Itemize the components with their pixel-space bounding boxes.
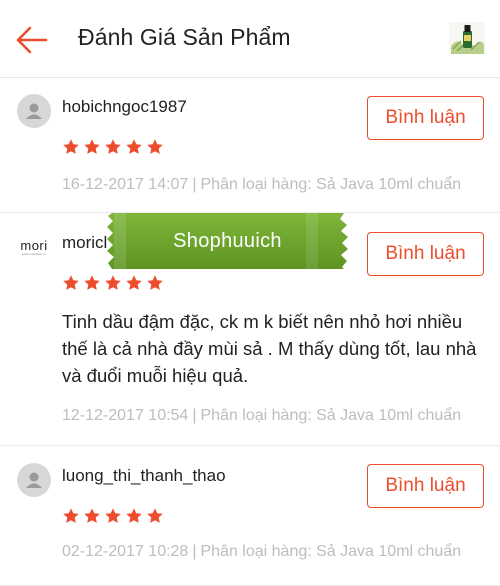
comment-button[interactable]: Bình luận	[367, 464, 484, 508]
star-icon	[84, 139, 100, 154]
back-button[interactable]	[14, 22, 50, 58]
meta-separator: |	[192, 407, 197, 424]
arrow-left-icon	[16, 26, 48, 54]
mori-logo-subtext: www.moristore.vn	[22, 252, 46, 256]
review-date: 16-12-2017 14:07	[62, 176, 189, 193]
star-icon	[105, 275, 121, 290]
star-icon	[147, 508, 163, 523]
review-variation: Phân loại hàng: Sả Java 10ml chuẩn	[200, 407, 462, 424]
star-icon	[63, 275, 79, 290]
star-icon	[105, 508, 121, 523]
avatar	[17, 463, 51, 497]
review-variation: Phân loại hàng: Sả Java 10ml chuẩn	[200, 543, 462, 560]
review-date: 12-12-2017 10:54	[62, 407, 189, 424]
mori-logo: mori	[20, 238, 48, 253]
user-icon	[26, 103, 42, 119]
review-variation: Phân loại hàng: Sả Java 10ml chuẩn	[200, 176, 462, 193]
star-icon	[126, 275, 142, 290]
star-rating	[62, 274, 164, 292]
review-meta: 02-12-2017 10:28 | Phân loại hàng: Sả Java…	[62, 543, 461, 561]
review-username[interactable]: moricl	[62, 233, 107, 253]
star-rating	[62, 138, 164, 156]
star-icon	[84, 508, 100, 523]
product-thumbnail[interactable]	[449, 22, 485, 54]
review-meta: 12-12-2017 10:54 | Phân loại hàng: Sả Java…	[62, 407, 461, 425]
watermark-text: Shophuuich	[173, 229, 282, 252]
meta-separator: |	[192, 176, 197, 193]
star-rating	[62, 507, 164, 525]
review-username[interactable]: luong_thi_thanh_thao	[62, 466, 226, 486]
avatar: mori www.moristore.vn	[20, 239, 48, 256]
review-item: hobichngoc1987 Bình luận 16-12-2017 14:0…	[0, 79, 500, 213]
review-username[interactable]: hobichngoc1987	[62, 97, 187, 117]
avatar	[17, 94, 51, 128]
star-icon	[84, 275, 100, 290]
user-icon	[26, 472, 42, 488]
meta-separator: |	[192, 543, 197, 560]
comment-button[interactable]: Bình luận	[367, 96, 484, 140]
star-icon	[63, 139, 79, 154]
review-text: Tinh dầu đậm đặc, ck m k biết nên nhỏ hơ…	[62, 311, 477, 386]
product-thumbnail-icon	[449, 22, 485, 54]
review-item: luong_thi_thanh_thao Bình luận 02-12-201…	[0, 446, 500, 586]
top-app-bar: Đánh Giá Sản Phẩm	[0, 0, 500, 78]
page-title: Đánh Giá Sản Phẩm	[78, 24, 291, 50]
star-icon	[105, 139, 121, 154]
comment-button[interactable]: Bình luận	[367, 232, 484, 276]
star-icon	[147, 275, 163, 290]
star-icon	[63, 508, 79, 523]
star-icon	[126, 139, 142, 154]
star-icon	[126, 508, 142, 523]
review-date: 02-12-2017 10:28	[62, 543, 189, 560]
review-meta: 16-12-2017 14:07 | Phân loại hàng: Sả Java…	[62, 176, 461, 194]
star-icon	[147, 139, 163, 154]
